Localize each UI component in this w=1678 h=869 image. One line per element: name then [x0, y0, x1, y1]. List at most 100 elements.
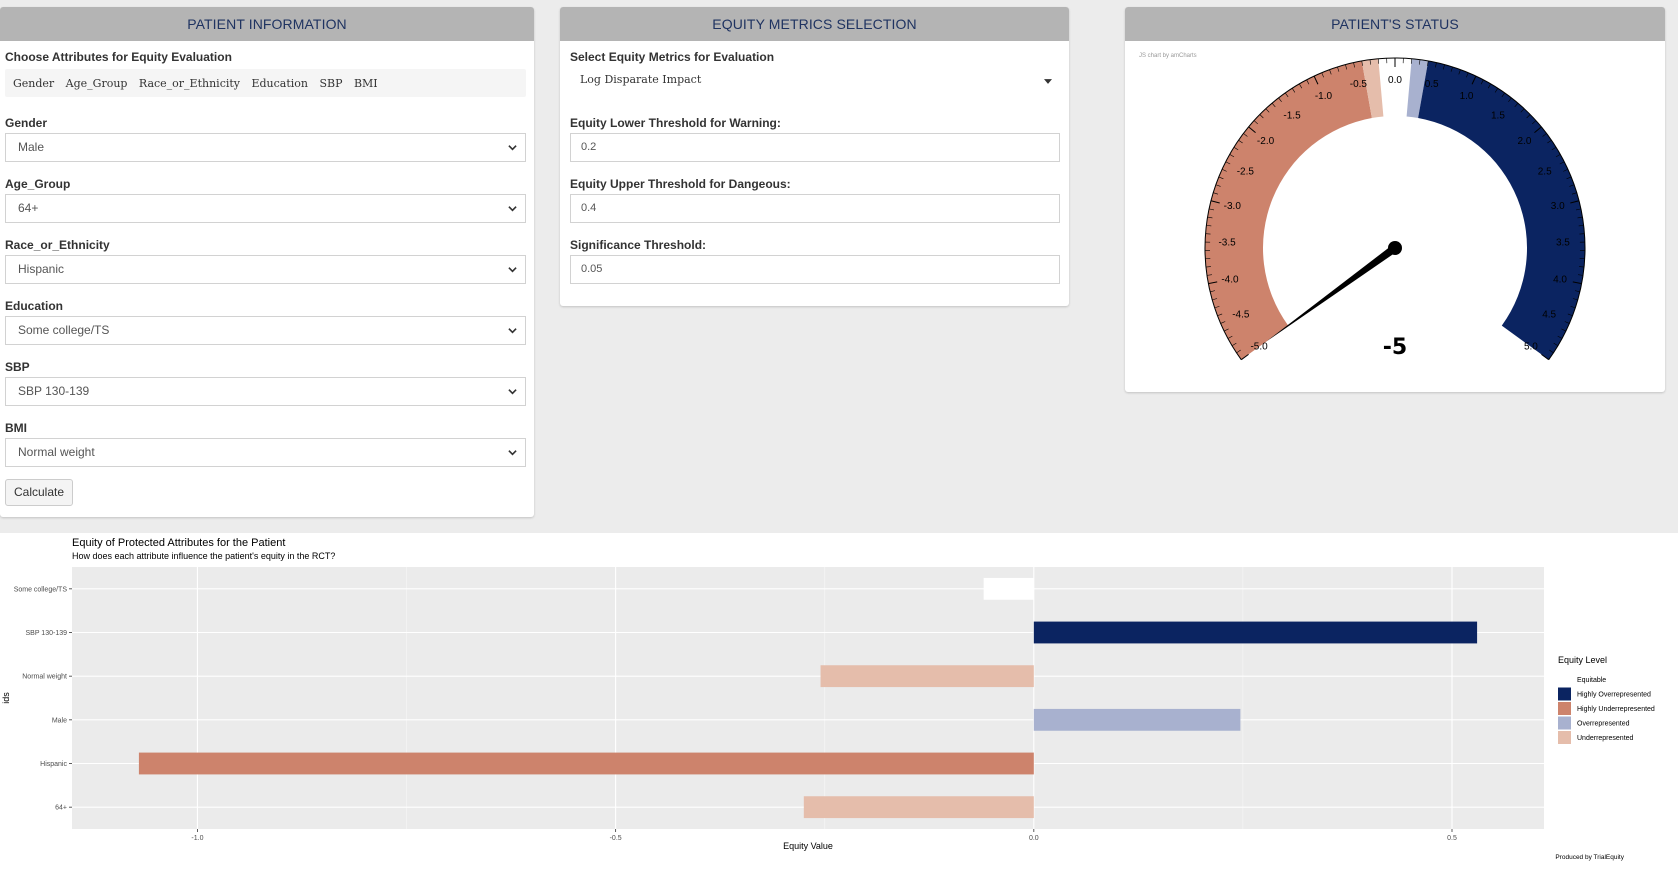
education-select[interactable]: Some college/TS [5, 316, 526, 345]
gauge-tick-label: -4.0 [1221, 274, 1239, 285]
sbp-label: SBP [5, 360, 30, 374]
race-value: Hispanic [18, 262, 65, 276]
x-tick-label: -1.0 [191, 835, 203, 842]
gauge-needle-hub [1388, 241, 1402, 255]
lower-threshold-input[interactable]: 0.2 [570, 133, 1060, 162]
chevron-down-icon [508, 145, 517, 151]
upper-threshold-label: Equity Upper Threshold for Dangeous: [570, 177, 791, 191]
x-tick-label: 0.0 [1029, 835, 1039, 842]
x-axis-title: Equity Value [783, 841, 833, 851]
gauge-tick-label: 2.5 [1538, 167, 1552, 178]
race-select[interactable]: Hispanic [5, 255, 526, 284]
chevron-down-icon [508, 450, 517, 456]
gender-label: Gender [5, 116, 48, 130]
significance-threshold-label: Significance Threshold: [570, 238, 707, 252]
legend-label: Equitable [1577, 677, 1606, 684]
chevron-down-icon [508, 206, 517, 212]
attribute-chip[interactable]: SBP [316, 76, 346, 91]
bar [1033, 621, 1478, 644]
legend-swatch [1558, 702, 1571, 715]
gauge-tick-label: -3.0 [1224, 201, 1242, 212]
gauge-tick-label: 0.0 [1388, 75, 1402, 86]
upper-threshold-input[interactable]: 0.4 [570, 194, 1060, 223]
y-axis-title: ids [1, 692, 11, 704]
gauge-tick-label: -1.0 [1315, 91, 1333, 102]
caret-down-icon [1044, 79, 1052, 84]
gauge-tick-label: 2.0 [1517, 136, 1531, 147]
legend-label: Underrepresented [1577, 735, 1634, 742]
bar [820, 665, 1034, 688]
gauge-tick-label: 4.0 [1553, 274, 1567, 285]
gauge-tick-label: -0.5 [1350, 79, 1368, 90]
bar [983, 577, 1034, 600]
lower-threshold-label: Equity Lower Threshold for Warning: [570, 116, 781, 130]
bmi-label: BMI [5, 421, 27, 435]
gauge-tick-label: 5.0 [1524, 342, 1538, 353]
legend-swatch [1558, 731, 1571, 744]
significance-threshold-input[interactable]: 0.05 [570, 255, 1060, 284]
y-tick-label: Some college/TS [14, 586, 68, 593]
y-tick-label: SBP 130-139 [25, 630, 67, 637]
gender-value: Male [18, 140, 45, 154]
equity-gauge: -5.0 -4.5 -4.0 -3.5 -3.0 -2.5 -2.0 -1.5 -1.0 -0.5… [1204, 57, 1586, 361]
gauge-needle [1265, 244, 1398, 343]
legend-swatch [1558, 673, 1571, 686]
y-tick-label: 64+ [55, 805, 67, 812]
calculate-button[interactable]: Calculate [5, 479, 73, 506]
age-group-label: Age_Group [5, 177, 71, 191]
equity-metrics-panel: EQUITY METRICS SELECTION Select Equity M… [560, 7, 1069, 306]
gauge-tick-label: -2.5 [1237, 167, 1255, 178]
education-label: Education [5, 299, 64, 313]
chevron-down-icon [508, 267, 517, 273]
gauge-tick-label: -1.5 [1283, 110, 1301, 121]
age-group-select[interactable]: 64+ [5, 194, 526, 223]
gender-select[interactable]: Male [5, 133, 526, 162]
gauge-tick-label: 3.5 [1556, 238, 1570, 249]
gauge-tick-label: -5.0 [1250, 342, 1268, 353]
chart-title: Equity of Protected Attributes for the P… [72, 537, 285, 549]
gauge-tick-label: 1.0 [1460, 91, 1474, 102]
bmi-select[interactable]: Normal weight [5, 438, 526, 467]
attribute-chip[interactable]: BMI [350, 76, 381, 91]
gauge-tick-label: 1.5 [1491, 110, 1505, 121]
chart-caption: Produced by TrialEquity [1555, 854, 1624, 861]
chart-subtitle: How does each attribute influence the pa… [72, 551, 335, 561]
sbp-select[interactable]: SBP 130-139 [5, 377, 526, 406]
attributes-selector[interactable]: Gender Age_Group Race_or_Ethnicity Educa… [5, 69, 526, 97]
attribute-chip[interactable]: Education [248, 76, 311, 91]
metric-select-label: Select Equity Metrics for Evaluation [570, 50, 775, 64]
patient-information-header: PATIENT INFORMATION [0, 7, 534, 41]
y-tick-label: Normal weight [22, 674, 67, 681]
patient-information-panel: PATIENT INFORMATION Choose Attributes fo… [0, 7, 534, 517]
chevron-down-icon [508, 328, 517, 334]
attribute-chip[interactable]: Race_or_Ethnicity [135, 76, 244, 91]
sbp-value: SBP 130-139 [18, 384, 90, 398]
legend-label: Highly Overrepresented [1577, 692, 1651, 699]
bmi-value: Normal weight [18, 445, 95, 459]
race-label: Race_or_Ethnicity [5, 238, 110, 252]
bar [1033, 708, 1241, 731]
attributes-label: Choose Attributes for Equity Evaluation [5, 50, 232, 64]
gauge-tick-label: -4.5 [1232, 310, 1250, 321]
equity-chart-panel: Equity of Protected Attributes for the P… [0, 533, 1678, 869]
x-tick-label: 0.5 [1447, 835, 1457, 842]
gauge-tick-label: 3.0 [1551, 201, 1565, 212]
plot-panel [72, 567, 1544, 829]
attribute-chip[interactable]: Age_Group [62, 76, 131, 91]
attribute-chip[interactable]: Gender [10, 76, 58, 91]
education-value: Some college/TS [18, 323, 110, 337]
gauge-tick-label: 4.5 [1542, 310, 1556, 321]
equity-bar-chart: Equity of Protected Attributes for the P… [1, 537, 1655, 861]
legend-title: Equity Level [1558, 655, 1607, 665]
legend-label: Overrepresented [1577, 721, 1630, 728]
y-tick-label: Hispanic [40, 761, 67, 768]
equity-metrics-header: EQUITY METRICS SELECTION [560, 7, 1069, 41]
legend-swatch [1558, 687, 1571, 701]
metric-select[interactable]: Log Disparate Impact [570, 69, 1060, 93]
x-tick-label: -0.5 [610, 835, 622, 842]
legend-label: Highly Underrepresented [1577, 706, 1655, 713]
gauge-tick-label: 0.5 [1425, 79, 1439, 90]
chevron-down-icon [508, 389, 517, 395]
gauge-tick-label: -2.0 [1257, 136, 1275, 147]
bar [138, 752, 1034, 775]
